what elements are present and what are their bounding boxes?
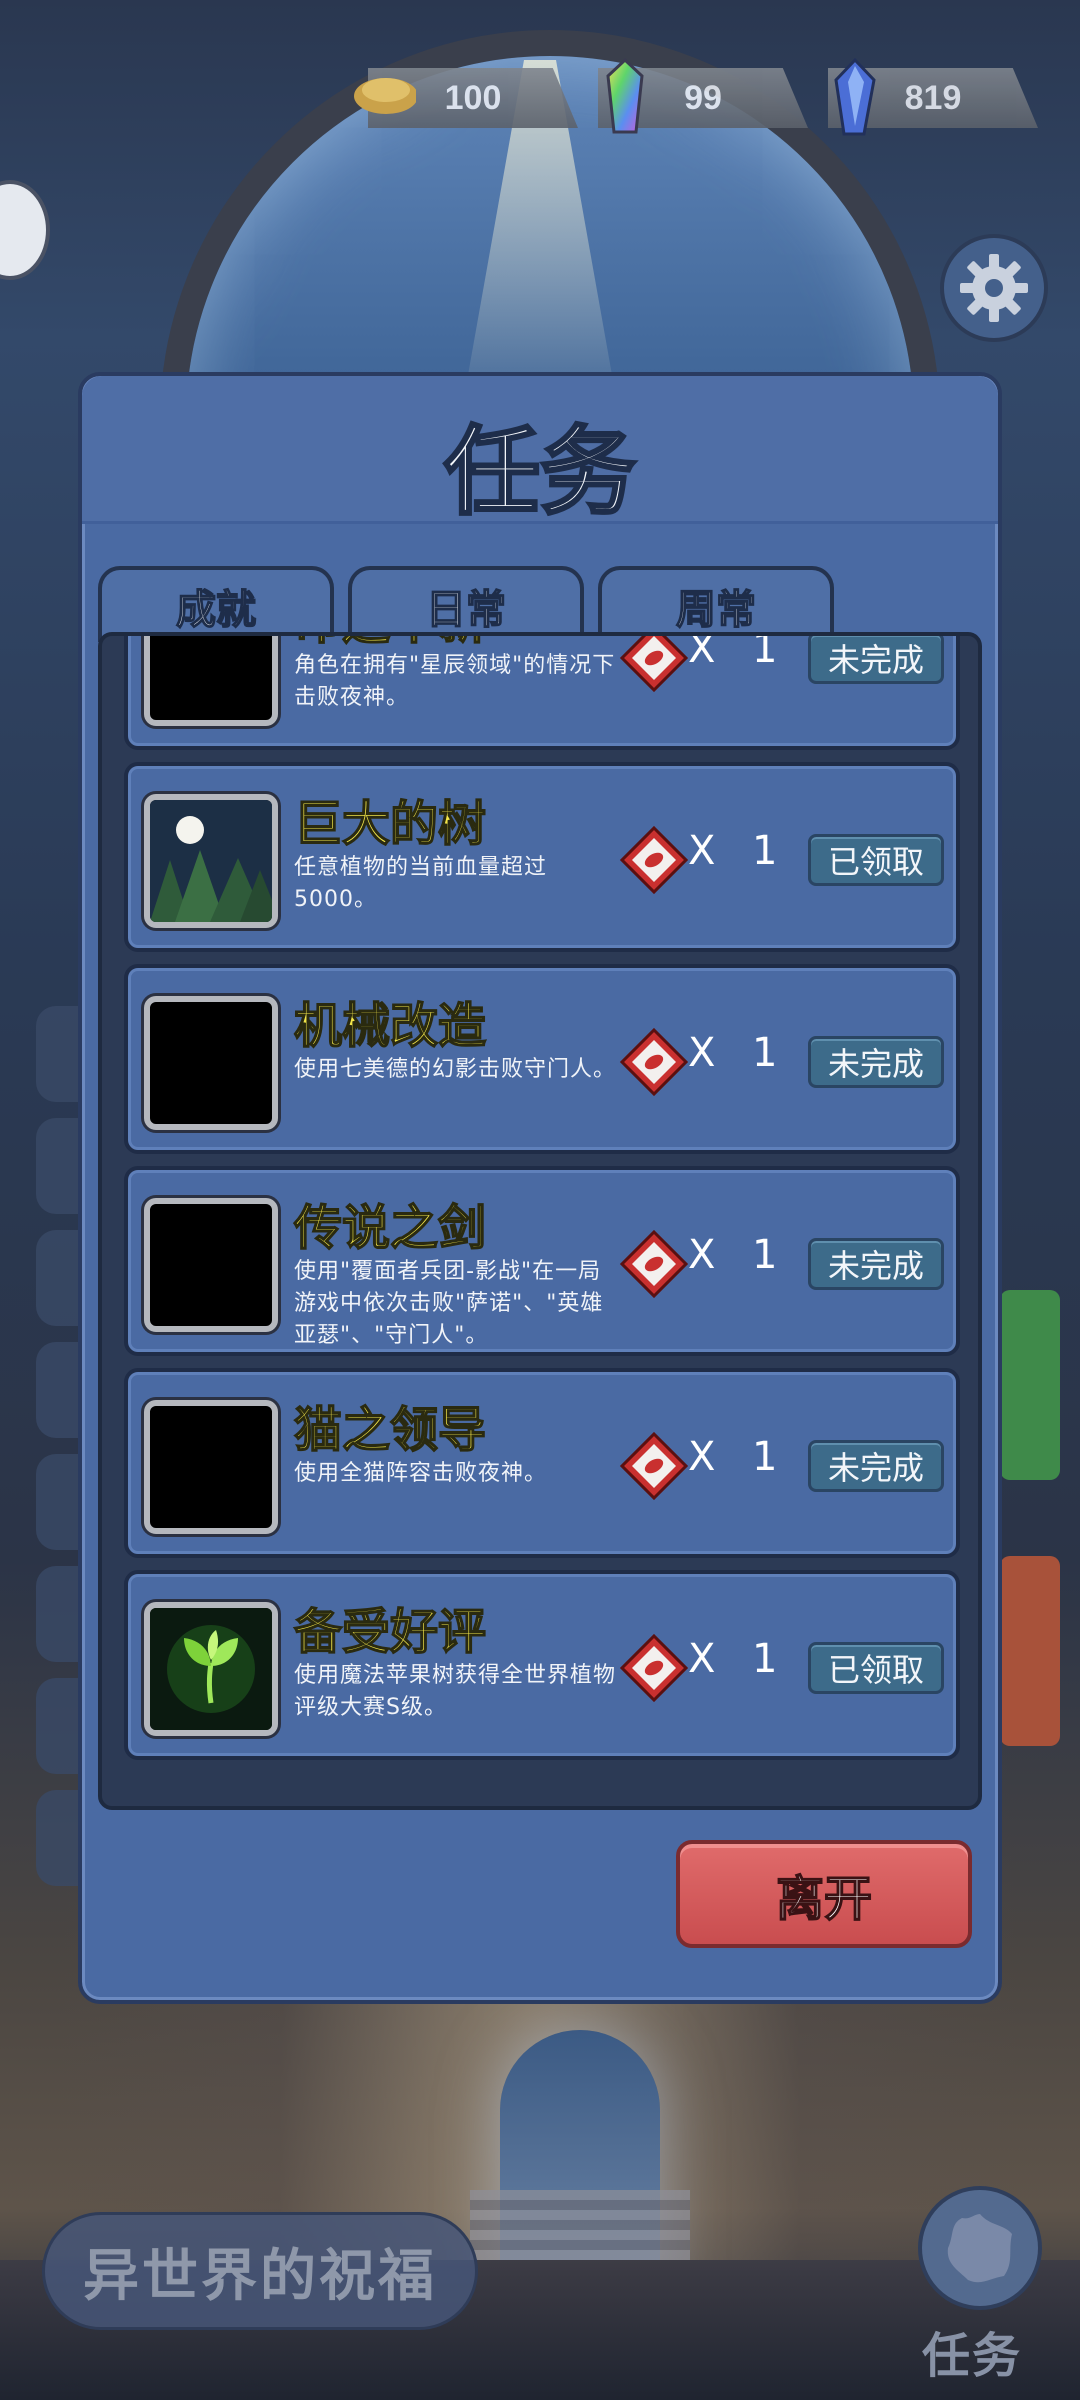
quest-status-button[interactable]: 未完成 <box>808 1238 944 1290</box>
quest-thumbnail <box>144 636 278 726</box>
ticket-reward-icon <box>619 1431 689 1501</box>
quest-thumbnail <box>144 996 278 1130</box>
reward-count: 1 <box>752 828 778 874</box>
tab-daily[interactable]: 日常 <box>348 566 584 642</box>
quest-status-button[interactable]: 未完成 <box>808 636 944 684</box>
quest-name: 猫之领导 <box>293 1401 487 1459</box>
rainbow-crystal-icon <box>606 57 644 134</box>
ticket-reward-icon <box>619 636 689 693</box>
quest-status-button[interactable]: 已领取 <box>808 834 944 886</box>
star-badge-icon <box>947 2214 1012 2283</box>
quest-description: 使用魔法苹果树获得全世界植物评级大赛S级。 <box>294 1663 617 1720</box>
reward-count: 1 <box>752 632 778 672</box>
quest-description: 角色在拥有"星辰领域"的情况下击败夜神。 <box>294 653 616 710</box>
quest-row: 命运革新 角色在拥有"星辰领域"的情况下击败夜神。 X 1 未完成 <box>124 632 960 750</box>
side-button-green[interactable] <box>1000 1290 1060 1480</box>
reward-count: 1 <box>752 1434 778 1480</box>
quest-description: 任意植物的当前血量超过5000。 <box>294 855 548 912</box>
reward-count: 1 <box>752 1030 778 1076</box>
quest-name: 备受好评 <box>293 1603 487 1661</box>
quest-list[interactable]: 命运革新 角色在拥有"星辰领域"的情况下击败夜神。 X 1 未完成 <box>98 632 982 1810</box>
panel-title: 任务 <box>443 415 638 530</box>
quest-row: 猫之领导 使用全猫阵容击败夜神。 X 1 未完成 <box>124 1368 960 1558</box>
rainbow-crystal-value: 99 <box>684 78 722 117</box>
night-forest-image <box>150 800 272 922</box>
ticket-reward-icon <box>619 1027 689 1097</box>
quest-name: 命运革新 <box>293 636 487 652</box>
quest-thumbnail <box>144 794 278 928</box>
leave-button[interactable]: 离开 <box>676 1840 972 1948</box>
reward-count: 1 <box>752 1636 778 1682</box>
quest-row: 巨大的树 任意植物的当前血量超过5000。 X 1 已领取 <box>124 762 960 952</box>
quest-description: 使用"覆面者兵团-影战"在一局游戏中依次击败"萨诺"、"英雄亚瑟"、"守门人"。 <box>294 1259 604 1348</box>
quest-panel: 任务 成就 日常 周常 命运革新 角色在拥有"星辰领域"的情况下击败夜神。 X … <box>78 372 1002 2004</box>
gold-value: 100 <box>444 78 502 117</box>
ticket-reward-icon <box>619 1229 689 1299</box>
tab-weekly[interactable]: 周常 <box>598 566 834 642</box>
blue-crystal-value: 819 <box>904 78 962 117</box>
otherworld-blessing-button[interactable]: 异世界的祝福 <box>42 2212 478 2330</box>
task-menu-button[interactable] <box>918 2186 1042 2310</box>
reward-multiplier: X <box>688 1636 716 1682</box>
quest-status-button[interactable]: 未完成 <box>808 1440 944 1492</box>
quest-status-button[interactable]: 未完成 <box>808 1036 944 1088</box>
reward-multiplier: X <box>688 1434 716 1480</box>
quest-description: 使用全猫阵容击败夜神。 <box>294 1461 548 1486</box>
blue-crystal-icon <box>834 57 876 136</box>
ticket-reward-icon <box>619 1633 689 1703</box>
quest-thumbnail <box>144 1602 278 1736</box>
quest-status-button[interactable]: 已领取 <box>808 1642 944 1694</box>
side-button-red[interactable] <box>1000 1556 1060 1746</box>
quest-row: 机械改造 使用七美德的幻影击败守门人。 X 1 未完成 <box>124 964 960 1154</box>
quest-name: 机械改造 <box>293 997 487 1055</box>
tab-achievements[interactable]: 成就 <box>98 566 334 642</box>
reward-multiplier: X <box>688 1232 716 1278</box>
reward-count: 1 <box>752 1232 778 1278</box>
task-menu-label: 任务 <box>922 2328 1023 2384</box>
quest-row: 传说之剑 使用"覆面者兵团-影战"在一局游戏中依次击败"萨诺"、"英雄亚瑟"、"… <box>124 1166 960 1356</box>
ticket-reward-icon <box>619 825 689 895</box>
quest-name: 巨大的树 <box>293 795 487 853</box>
quest-thumbnail <box>144 1198 278 1332</box>
reward-multiplier: X <box>688 828 716 874</box>
settings-button[interactable] <box>940 234 1048 342</box>
quest-thumbnail <box>144 1400 278 1534</box>
quest-description: 使用七美德的幻影击败守门人。 <box>294 1057 617 1082</box>
gold-pile-icon <box>354 78 416 114</box>
quest-name: 传说之剑 <box>293 1199 487 1257</box>
gear-icon <box>960 254 1028 322</box>
quest-row: 备受好评 使用魔法苹果树获得全世界植物评级大赛S级。 X 1 已领取 <box>124 1570 960 1760</box>
reward-multiplier: X <box>688 632 716 672</box>
reward-multiplier: X <box>688 1030 716 1076</box>
green-sprout-image <box>150 1608 272 1730</box>
